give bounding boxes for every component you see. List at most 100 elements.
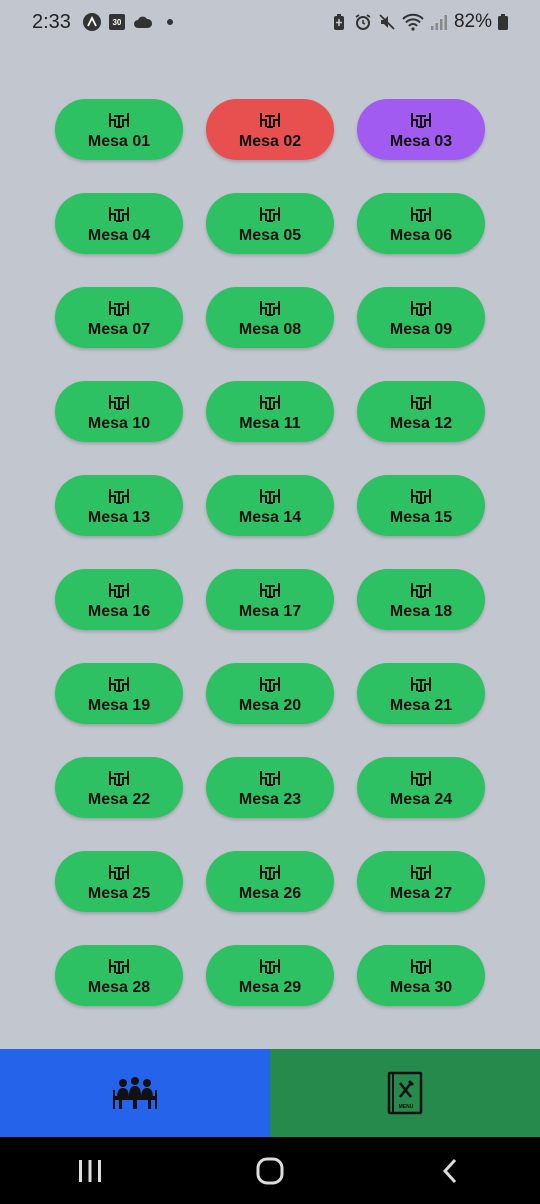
- table-chairs-icon: [109, 582, 129, 598]
- table-label: Mesa 29: [238, 978, 302, 996]
- table-chairs-icon: [260, 394, 280, 410]
- table-chairs-icon: [411, 488, 431, 504]
- tables-grid: Mesa 01 Mesa 02 Mesa 03 Mesa 04 Mesa 05 Mesa …: [55, 99, 485, 1006]
- table-chairs-icon: [411, 676, 431, 692]
- a-icon: [82, 13, 101, 31]
- alarm-icon: [355, 14, 371, 30]
- table-label: Mesa 04: [87, 226, 151, 244]
- nav-tables-button[interactable]: [0, 1049, 270, 1137]
- table-chairs-icon: [260, 488, 280, 504]
- table-button[interactable]: Mesa 21: [357, 663, 485, 724]
- table-button[interactable]: Mesa 06: [357, 193, 485, 254]
- table-button[interactable]: Mesa 14: [206, 475, 334, 536]
- battery-percent: 82%: [453, 11, 492, 32]
- table-button[interactable]: Mesa 04: [55, 193, 183, 254]
- table-label: Mesa 24: [389, 790, 453, 808]
- table-chairs-icon: [411, 958, 431, 974]
- table-button[interactable]: Mesa 20: [206, 663, 334, 724]
- table-label: Mesa 02: [238, 132, 302, 150]
- table-button[interactable]: Mesa 24: [357, 757, 485, 818]
- nav-menu-button[interactable]: MENU: [270, 1049, 540, 1137]
- table-label: Mesa 19: [87, 696, 151, 714]
- table-label: Mesa 21: [389, 696, 453, 714]
- table-label: Mesa 27: [389, 884, 453, 902]
- table-chairs-icon: [260, 676, 280, 692]
- table-button[interactable]: Mesa 05: [206, 193, 334, 254]
- recents-icon: [79, 1159, 101, 1182]
- table-chairs-icon: [260, 582, 280, 598]
- table-chairs-icon: [109, 958, 129, 974]
- wifi-icon: [402, 13, 424, 31]
- table-chairs-icon: [109, 112, 129, 128]
- table-label: Mesa 05: [238, 226, 302, 244]
- home-icon: [256, 1157, 284, 1184]
- table-button[interactable]: Mesa 07: [55, 287, 183, 348]
- table-button[interactable]: Mesa 29: [206, 945, 334, 1006]
- table-label: Mesa 22: [87, 790, 151, 808]
- table-button[interactable]: Mesa 23: [206, 757, 334, 818]
- table-button[interactable]: Mesa 25: [55, 851, 183, 912]
- table-chairs-icon: [411, 300, 431, 316]
- table-chairs-icon: [109, 676, 129, 692]
- back-button[interactable]: [420, 1146, 480, 1196]
- table-label: Mesa 06: [389, 226, 453, 244]
- table-button[interactable]: Mesa 22: [55, 757, 183, 818]
- table-button[interactable]: Mesa 11: [206, 381, 334, 442]
- table-label: Mesa 01: [87, 132, 151, 150]
- table-button[interactable]: Mesa 26: [206, 851, 334, 912]
- table-label: Mesa 16: [87, 602, 151, 620]
- status-bar: 2:33 30 82%: [0, 0, 540, 44]
- table-label: Mesa 25: [87, 884, 151, 902]
- table-chairs-icon: [411, 770, 431, 786]
- table-label: Mesa 28: [87, 978, 151, 996]
- table-label: Mesa 13: [87, 508, 151, 526]
- system-nav-bar: [0, 1137, 540, 1204]
- table-button[interactable]: Mesa 10: [55, 381, 183, 442]
- table-chairs-icon: [411, 864, 431, 880]
- table-label: Mesa 20: [238, 696, 302, 714]
- table-label: Mesa 18: [389, 602, 453, 620]
- table-label: Mesa 09: [389, 320, 453, 338]
- table-button[interactable]: Mesa 02: [206, 99, 334, 160]
- table-label: Mesa 15: [389, 508, 453, 526]
- table-button[interactable]: Mesa 03: [357, 99, 485, 160]
- table-button[interactable]: Mesa 28: [55, 945, 183, 1006]
- mute-icon: [379, 14, 395, 30]
- battery-icon: [498, 14, 508, 30]
- recents-button[interactable]: [60, 1146, 120, 1196]
- home-button[interactable]: [240, 1146, 300, 1196]
- table-button[interactable]: Mesa 01: [55, 99, 183, 160]
- back-icon: [442, 1158, 457, 1183]
- table-chairs-icon: [411, 206, 431, 222]
- table-label: Mesa 23: [238, 790, 302, 808]
- signal-icon: [430, 15, 447, 30]
- table-button[interactable]: Mesa 17: [206, 569, 334, 630]
- battery-saver-icon: [333, 14, 344, 30]
- table-label: Mesa 12: [389, 414, 453, 432]
- table-chairs-icon: [109, 770, 129, 786]
- dining-people-icon: [113, 1077, 157, 1109]
- table-button[interactable]: Mesa 18: [357, 569, 485, 630]
- table-button[interactable]: Mesa 19: [55, 663, 183, 724]
- table-chairs-icon: [260, 112, 280, 128]
- calendar-icon: 30: [108, 14, 125, 30]
- table-button[interactable]: Mesa 12: [357, 381, 485, 442]
- table-button[interactable]: Mesa 15: [357, 475, 485, 536]
- table-button[interactable]: Mesa 09: [357, 287, 485, 348]
- table-button[interactable]: Mesa 30: [357, 945, 485, 1006]
- table-button[interactable]: Mesa 13: [55, 475, 183, 536]
- table-button[interactable]: Mesa 16: [55, 569, 183, 630]
- table-label: Mesa 26: [238, 884, 302, 902]
- table-button[interactable]: Mesa 08: [206, 287, 334, 348]
- table-label: Mesa 11: [239, 414, 301, 432]
- status-time: 2:33: [32, 10, 71, 33]
- status-left: 2:33 30: [0, 11, 173, 34]
- table-chairs-icon: [109, 206, 129, 222]
- table-chairs-icon: [260, 864, 280, 880]
- status-right: 82%: [330, 11, 540, 33]
- table-chairs-icon: [109, 864, 129, 880]
- table-button[interactable]: Mesa 27: [357, 851, 485, 912]
- table-chairs-icon: [109, 394, 129, 410]
- table-chairs-icon: [109, 488, 129, 504]
- bottom-nav: MENU: [0, 1049, 540, 1137]
